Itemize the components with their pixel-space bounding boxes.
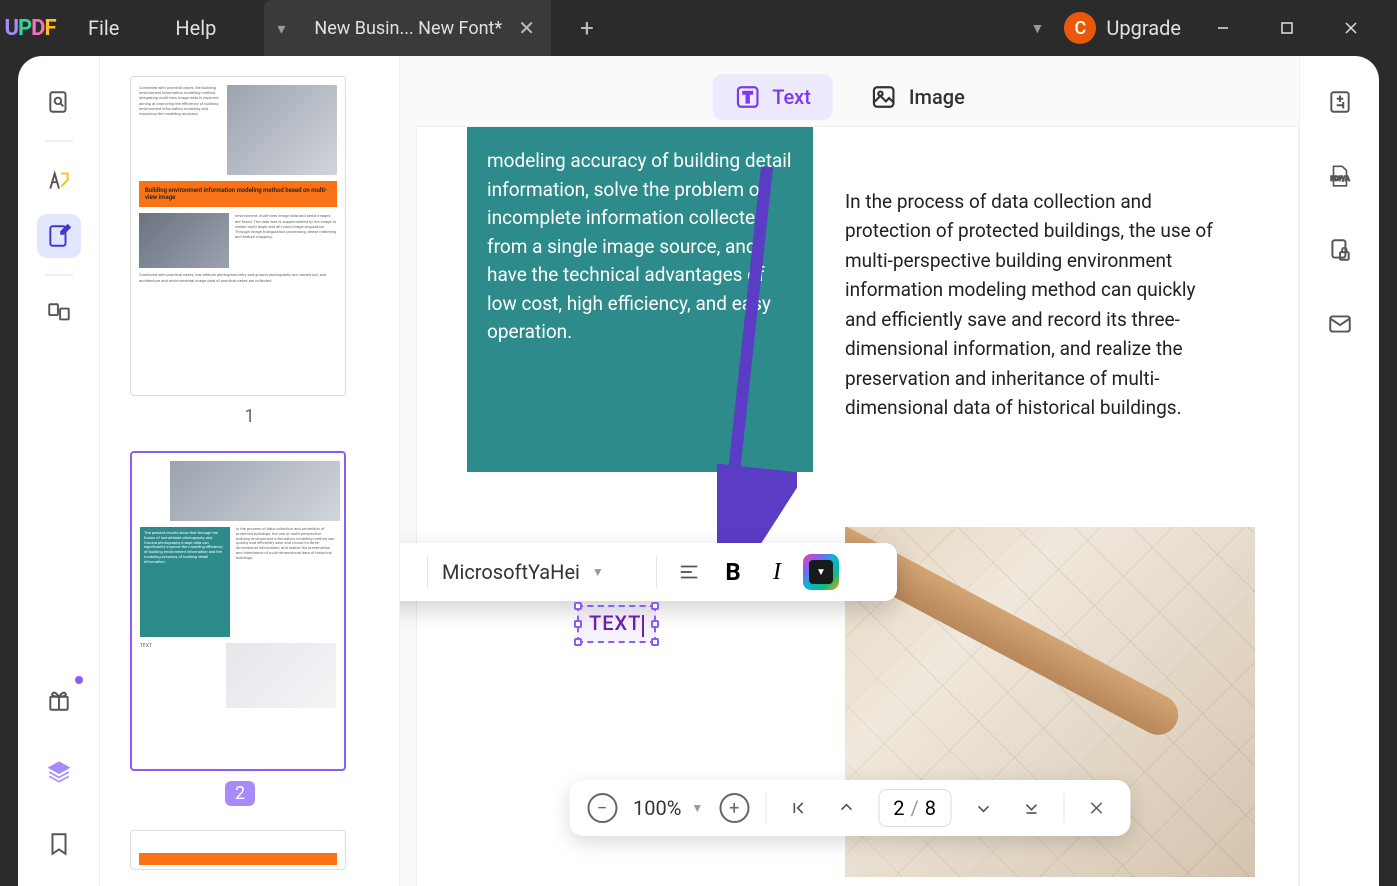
current-page: 2 — [893, 796, 904, 820]
gift-button[interactable] — [37, 678, 81, 722]
text-tool-label: Text — [772, 85, 811, 109]
tab-title: New Busin... New Font* — [314, 18, 502, 39]
titlebar-right: ▼ C Upgrade — [1031, 12, 1397, 44]
bold-button[interactable]: B — [715, 554, 751, 590]
font-size-select[interactable]: 12 ▼ — [400, 560, 413, 584]
page-thumbnail-3[interactable] — [130, 830, 346, 870]
zoom-value: 100% — [633, 796, 681, 820]
teal-text-block[interactable]: modeling accuracy of building detail inf… — [467, 127, 813, 472]
svg-text:T: T — [742, 88, 752, 106]
font-family-value: MicrosoftYaHei — [442, 560, 580, 584]
document-canvas: T Text Image modeling accuracy of buildi… — [400, 56, 1299, 886]
thumb1-number: 1 — [130, 406, 369, 427]
thumb2-number: 2 — [225, 781, 255, 806]
zoom-level-select[interactable]: 100% ▼ — [633, 796, 703, 820]
thumb2-text-label: TEXT — [140, 643, 152, 708]
share-button[interactable] — [1318, 302, 1362, 346]
prev-page-button[interactable] — [830, 792, 862, 824]
convert-button[interactable] — [1318, 80, 1362, 124]
page-sep: / — [911, 796, 919, 820]
layers-button[interactable] — [37, 750, 81, 794]
page-thumbnail-2[interactable]: The present results show that through th… — [130, 451, 346, 771]
page-view[interactable]: modeling accuracy of building detail inf… — [416, 126, 1299, 886]
main-area: Combined with practical cases, the build… — [18, 56, 1379, 886]
menu-help[interactable]: Help — [147, 16, 244, 40]
user-avatar[interactable]: C — [1064, 12, 1096, 44]
pdfa-button[interactable]: PDF/A — [1318, 154, 1362, 198]
text-icon: T — [734, 84, 760, 110]
next-page-button[interactable] — [967, 792, 999, 824]
edit-tool[interactable] — [37, 214, 81, 258]
protect-button[interactable] — [1318, 228, 1362, 272]
svg-text:PDF/A: PDF/A — [1330, 174, 1350, 182]
close-toolbar-button[interactable] — [1080, 792, 1112, 824]
titlebar: UPDF File Help ▾ New Busin... New Font* … — [0, 0, 1397, 56]
caret-down-icon: ▼ — [592, 565, 604, 579]
edit-mode-toolbar: T Text Image — [712, 74, 987, 120]
menu-file[interactable]: File — [60, 16, 147, 40]
italic-button[interactable]: I — [759, 554, 795, 590]
text-color-picker[interactable]: ▼ — [803, 554, 839, 590]
bookmark-button[interactable] — [37, 822, 81, 866]
page-thumbnail-1[interactable]: Combined with practical cases, the build… — [130, 76, 346, 396]
thumb1-heading: Building environment information modelin… — [139, 181, 337, 207]
last-page-button[interactable] — [1015, 792, 1047, 824]
new-tab-button[interactable]: + — [567, 8, 607, 48]
minimize-button[interactable] — [1201, 12, 1245, 44]
zoom-out-button[interactable]: − — [587, 793, 617, 823]
zoom-in-button[interactable]: + — [719, 793, 749, 823]
total-pages: 8 — [925, 796, 936, 820]
upgrade-button[interactable]: Upgrade — [1106, 16, 1181, 40]
right-toolbar: PDF/A — [1299, 56, 1379, 886]
image-tool-button[interactable]: Image — [849, 74, 987, 120]
text-edit-box[interactable]: TEXT — [577, 605, 656, 643]
text-tool-button[interactable]: T Text — [712, 74, 833, 120]
text-format-toolbar: 12 ▼ MicrosoftYaHei ▼ B I ▼ — [400, 543, 897, 601]
image-tool-label: Image — [909, 85, 965, 109]
font-family-select[interactable]: MicrosoftYaHei ▼ — [442, 560, 642, 584]
zoom-page-toolbar: − 100% ▼ + 2 / 8 — [569, 780, 1130, 836]
editing-text: TEXT — [589, 611, 641, 635]
tab-area: ▾ New Busin... New Font* ✕ + — [264, 0, 607, 56]
align-left-button[interactable] — [671, 554, 707, 590]
page-number-input[interactable]: 2 / 8 — [878, 789, 951, 827]
tab-list-dropdown[interactable]: ▾ — [264, 0, 298, 56]
first-page-button[interactable] — [782, 792, 814, 824]
caret-down-icon: ▼ — [691, 801, 703, 815]
chevron-down-icon[interactable]: ▼ — [1031, 20, 1045, 37]
maximize-button[interactable] — [1265, 12, 1309, 44]
document-tab[interactable]: New Busin... New Font* ✕ — [298, 0, 551, 56]
app-logo: UPDF — [0, 16, 60, 41]
annotate-tool[interactable] — [37, 158, 81, 202]
close-tab-icon[interactable]: ✕ — [518, 16, 535, 40]
organize-tool[interactable] — [37, 292, 81, 336]
thumbnail-panel: Combined with practical cases, the build… — [100, 56, 400, 886]
close-window-button[interactable] — [1329, 12, 1373, 44]
search-tool[interactable] — [37, 80, 81, 124]
left-toolbar — [18, 56, 100, 886]
image-icon — [871, 84, 897, 110]
body-text-block[interactable]: In the process of data collection and pr… — [845, 187, 1225, 423]
